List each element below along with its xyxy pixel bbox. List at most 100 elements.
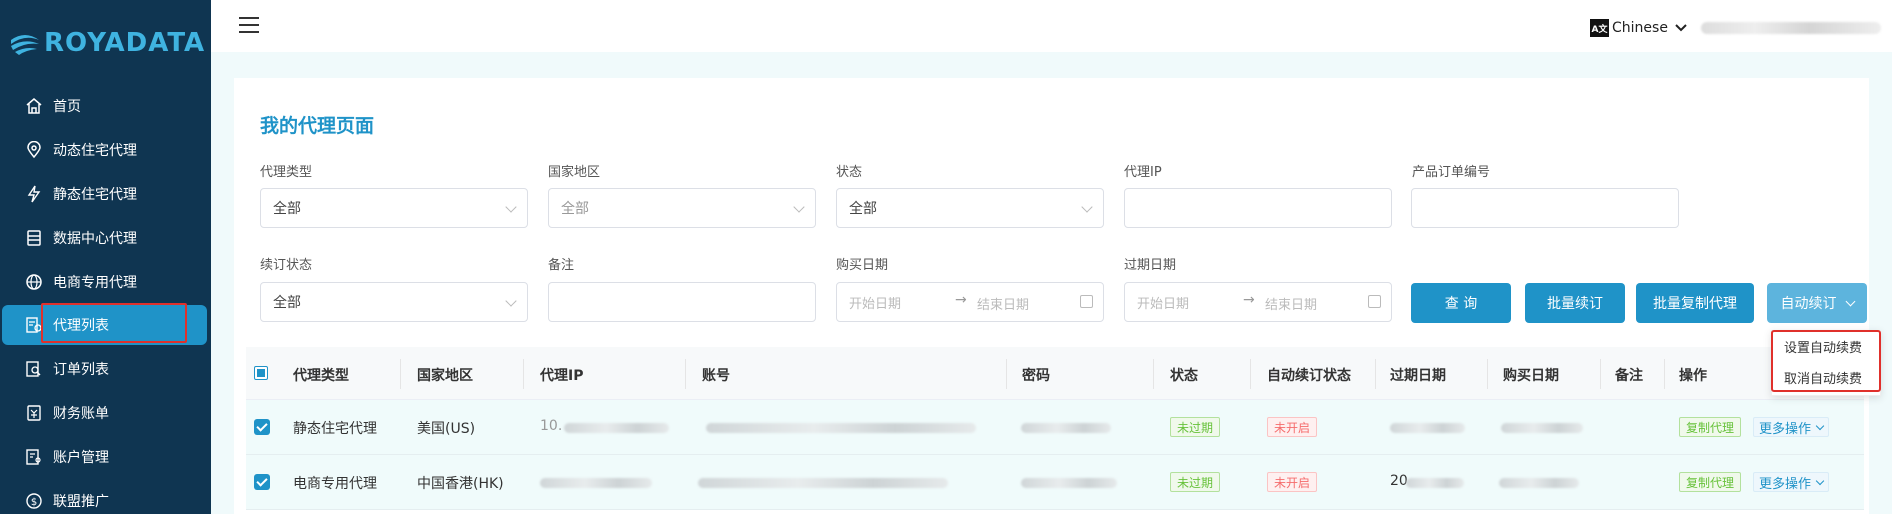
column-header: 密码: [1022, 368, 1050, 384]
batch-renew-button[interactable]: 批量续订: [1525, 283, 1625, 323]
filter-label: 产品订单编号: [1412, 165, 1491, 180]
row-checkbox[interactable]: [254, 474, 270, 490]
query-button[interactable]: 查 询: [1411, 283, 1511, 323]
status-select[interactable]: 全部: [836, 188, 1104, 228]
start-date-placeholder: 开始日期: [849, 296, 902, 312]
logo[interactable]: ROYADATA: [8, 26, 205, 60]
copy-proxy-button[interactable]: 复制代理: [1679, 472, 1742, 492]
proxy-type-select[interactable]: 全部: [260, 188, 528, 228]
sidebar-item-billing[interactable]: 财务账单: [0, 393, 211, 433]
renew-status-select[interactable]: 全部: [260, 282, 528, 322]
end-date-placeholder: 结束日期: [1265, 298, 1318, 313]
more-actions-button[interactable]: 更多操作: [1753, 417, 1830, 437]
filter-label: 备注: [548, 258, 575, 273]
auto-renew-badge: 未开启: [1267, 417, 1318, 437]
select-value: 全部: [849, 201, 877, 217]
column-divider: [1006, 359, 1007, 389]
expire-date-range[interactable]: 开始日期 → 结束日期: [1124, 282, 1392, 322]
logo-text: ROYADATA: [44, 28, 206, 58]
purchase-date-range[interactable]: 开始日期 → 结束日期: [836, 282, 1104, 322]
auto-renew-badge: 未开启: [1267, 472, 1318, 492]
proxy-list-highlight-box: [41, 303, 187, 343]
sidebar-item-affiliate[interactable]: $ 联盟推广: [0, 481, 211, 514]
proxy-ip-input[interactable]: [1124, 188, 1392, 228]
table-row[interactable]: 电商专用代理 中国香港(HK) 未过期 未开启 20 复制代理 更多操作: [246, 455, 1864, 510]
remark-input[interactable]: [548, 282, 816, 322]
sidebar-item-label: 账户管理: [53, 450, 109, 466]
chevron-down-icon: [505, 201, 517, 213]
blurred-password: [1021, 478, 1117, 488]
chevron-down-icon: [505, 295, 517, 307]
svg-text:$: $: [31, 497, 37, 508]
sidebar-item-label: 静态住宅代理: [53, 187, 137, 203]
sidebar-item-datacenter[interactable]: 数据中心代理: [0, 218, 211, 258]
chevron-down-icon: [1815, 421, 1825, 430]
sidebar-item-home[interactable]: 首页: [0, 86, 211, 126]
column-divider: [523, 359, 524, 389]
column-header: 代理IP: [540, 368, 584, 384]
blurred-password: [1021, 423, 1111, 433]
country-select[interactable]: 全部: [548, 188, 816, 228]
column-header: 自动续订状态: [1267, 368, 1351, 384]
chevron-down-icon: [1675, 24, 1687, 32]
logo-icon: [11, 35, 39, 55]
select-all-checkbox[interactable]: [254, 366, 268, 380]
select-value: 全部: [273, 295, 301, 311]
start-date-placeholder: 开始日期: [1137, 296, 1190, 312]
column-divider: [1600, 359, 1601, 389]
filter-label: 国家地区: [548, 165, 601, 180]
status-badge: 未过期: [1170, 472, 1221, 492]
location-pin-icon: [24, 140, 44, 160]
order-number-input[interactable]: [1411, 188, 1679, 228]
blurred-account: [706, 423, 976, 433]
sidebar-item-static-residential[interactable]: 静态住宅代理: [0, 174, 211, 214]
language-label: Chinese: [1612, 20, 1668, 36]
sidebar-item-label: 财务账单: [53, 406, 109, 422]
top-bar: A文 Chinese: [211, 0, 1892, 52]
menu-toggle-icon[interactable]: [239, 17, 259, 33]
chevron-down-icon: [793, 201, 805, 213]
column-header: 操作: [1679, 368, 1707, 384]
sidebar-item-ecommerce[interactable]: 电商专用代理: [0, 262, 211, 302]
column-header: 状态: [1170, 368, 1198, 384]
blurred-ip: [564, 423, 669, 433]
dropdown-highlight-box: [1771, 330, 1881, 392]
chevron-down-icon: [1815, 476, 1825, 485]
more-actions-label: 更多操作: [1759, 476, 1812, 492]
table-header: 代理类型 国家地区 代理IP 账号 密码 状态 自动续订状态 过期日期 购买日期…: [246, 347, 1864, 400]
sidebar-item-label: 订单列表: [53, 362, 109, 378]
batch-copy-button[interactable]: 批量复制代理: [1636, 283, 1754, 323]
end-date-placeholder: 结束日期: [977, 298, 1030, 313]
chevron-down-icon: [1081, 201, 1093, 213]
calendar-icon: [1368, 295, 1381, 308]
column-divider: [1487, 359, 1488, 389]
filter-label: 代理IP: [1124, 165, 1162, 180]
column-divider: [1250, 359, 1251, 389]
sidebar: ROYADATA 首页 动态住宅代理 静态住宅代理 数据中心代理 电商专用代理 …: [0, 0, 211, 514]
status-badge: 未过期: [1170, 417, 1221, 437]
more-actions-button[interactable]: 更多操作: [1753, 472, 1830, 492]
column-divider: [685, 359, 686, 389]
sidebar-item-orders[interactable]: 订单列表: [0, 349, 211, 389]
column-divider: [1375, 359, 1376, 389]
row-checkbox[interactable]: [254, 419, 270, 435]
sidebar-item-label: 动态住宅代理: [53, 143, 137, 159]
sidebar-item-label: 数据中心代理: [53, 231, 137, 247]
calendar-icon: [1080, 295, 1093, 308]
sidebar-item-account[interactable]: 账户管理: [0, 437, 211, 477]
language-selector[interactable]: A文 Chinese: [1590, 19, 1688, 37]
user-account-blurred[interactable]: [1701, 22, 1881, 34]
blurred-ip: [540, 478, 652, 488]
database-icon: [24, 228, 44, 248]
copy-proxy-button[interactable]: 复制代理: [1679, 417, 1742, 437]
column-divider: [1664, 359, 1665, 389]
filter-label: 状态: [836, 165, 863, 180]
home-icon: [24, 96, 44, 116]
globe-icon: [24, 272, 44, 292]
sidebar-item-dynamic-residential[interactable]: 动态住宅代理: [0, 130, 211, 170]
cell-country: 美国(US): [417, 421, 476, 437]
auto-renew-button[interactable]: 自动续订: [1767, 283, 1867, 323]
filter-label: 代理类型: [260, 165, 313, 180]
table-row[interactable]: 静态住宅代理 美国(US) 10. 未过期 未开启 复制代理 更多操作: [246, 400, 1864, 455]
column-header: 国家地区: [417, 368, 473, 384]
